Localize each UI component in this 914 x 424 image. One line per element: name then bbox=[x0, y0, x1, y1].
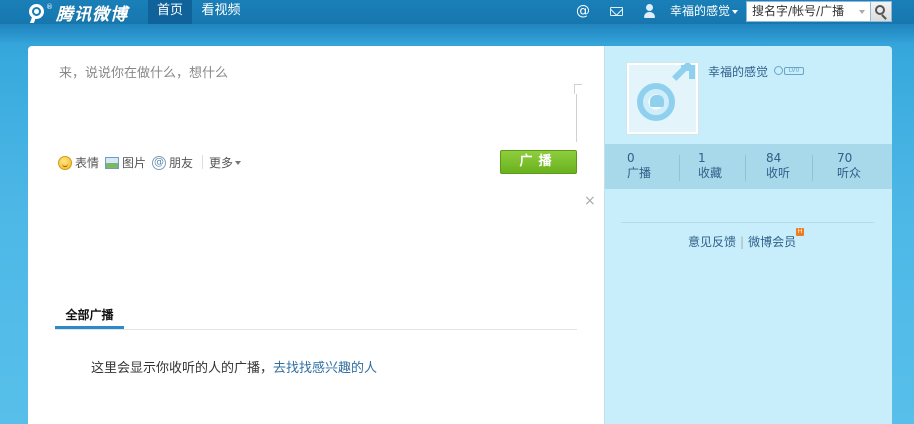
stat-followers[interactable]: 70 听众 bbox=[837, 151, 897, 181]
toolbar-divider bbox=[202, 155, 203, 169]
site-logo[interactable]: ® 腾讯微博 bbox=[28, 1, 128, 25]
link-separator: | bbox=[740, 235, 745, 249]
chevron-down-icon bbox=[235, 160, 242, 165]
logo-registered-mark: ® bbox=[46, 3, 53, 11]
compose-border-notch bbox=[574, 84, 582, 94]
search-placeholder: 搜名字/帐号/广播 bbox=[752, 4, 845, 18]
picture-label: 图片 bbox=[122, 156, 147, 170]
picture-button[interactable]: 图片 bbox=[105, 154, 146, 171]
vip-member-link[interactable]: 微博会员 bbox=[748, 235, 796, 249]
stat-divider bbox=[745, 155, 746, 181]
emoji-button[interactable]: 表情 bbox=[58, 154, 99, 171]
search-type-dropdown-icon[interactable] bbox=[859, 10, 865, 14]
nav-video[interactable]: 看视频 bbox=[196, 0, 246, 24]
chevron-down-icon bbox=[732, 9, 739, 14]
stat-broadcasts-count: 0 bbox=[627, 151, 635, 165]
emoji-icon bbox=[58, 155, 72, 170]
more-label: 更多 bbox=[209, 156, 234, 170]
at-icon[interactable]: @ bbox=[575, 3, 591, 19]
find-people-link[interactable]: 去找找感兴趣的人 bbox=[273, 361, 377, 376]
stat-favorites-count: 1 bbox=[698, 151, 706, 165]
stat-favorites[interactable]: 1 收藏 bbox=[698, 151, 758, 181]
vip-level-icon[interactable]: LV0 bbox=[774, 66, 804, 75]
avatar[interactable] bbox=[626, 62, 699, 135]
compose-textarea[interactable]: 来，说说你在做什么，想什么 bbox=[59, 62, 228, 81]
stat-followers-count: 70 bbox=[837, 151, 853, 165]
stat-followers-label: 听众 bbox=[837, 166, 862, 180]
search-input[interactable]: 搜名字/帐号/广播 bbox=[746, 1, 871, 22]
stat-following-count: 84 bbox=[766, 151, 782, 165]
sidebar-username[interactable]: 幸福的感觉 bbox=[708, 63, 768, 80]
empty-feed-message: 这里会显示你收听的人的广播，去找找感兴趣的人 bbox=[91, 357, 377, 376]
stat-divider bbox=[812, 155, 813, 181]
topbar-shadow bbox=[0, 24, 914, 44]
stat-following-label: 收听 bbox=[766, 166, 791, 180]
stat-favorites-label: 收藏 bbox=[698, 166, 723, 180]
emoji-label: 表情 bbox=[75, 156, 100, 170]
mention-label: 朋友 bbox=[169, 156, 194, 170]
stat-broadcasts-label: 广播 bbox=[627, 166, 652, 180]
mail-icon[interactable] bbox=[609, 3, 625, 19]
picture-icon bbox=[105, 156, 119, 169]
search-button[interactable] bbox=[871, 1, 892, 22]
logo-icon: ® bbox=[28, 2, 53, 23]
mention-friend-button[interactable]: @ 朋友 bbox=[152, 154, 193, 171]
top-username: 幸福的感觉 bbox=[670, 4, 731, 18]
nav-home[interactable]: 首页 bbox=[148, 0, 192, 24]
more-button[interactable]: 更多 bbox=[209, 154, 242, 171]
user-icon[interactable] bbox=[642, 3, 658, 19]
hot-badge-icon: H bbox=[796, 228, 804, 236]
search-icon bbox=[875, 5, 885, 15]
vip-level-text: LV0 bbox=[784, 66, 804, 75]
feedback-link[interactable]: 意见反馈 bbox=[688, 235, 736, 249]
stat-divider bbox=[679, 155, 680, 181]
close-icon[interactable]: × bbox=[584, 194, 596, 208]
tab-divider bbox=[55, 329, 577, 330]
broadcast-button[interactable]: 广播 bbox=[500, 150, 577, 174]
stat-following[interactable]: 84 收听 bbox=[766, 151, 826, 181]
stat-broadcasts[interactable]: 0 广播 bbox=[627, 151, 687, 181]
sidebar-links: 意见反馈 | 微博会员 bbox=[688, 233, 796, 250]
sidebar-divider bbox=[621, 222, 874, 223]
logo-text: 腾讯微博 bbox=[56, 4, 128, 25]
empty-feed-text: 这里会显示你收听的人的广播， bbox=[91, 361, 274, 376]
mention-icon: @ bbox=[152, 155, 166, 170]
user-menu[interactable]: 幸福的感觉 bbox=[670, 0, 739, 24]
compose-border bbox=[576, 94, 577, 142]
